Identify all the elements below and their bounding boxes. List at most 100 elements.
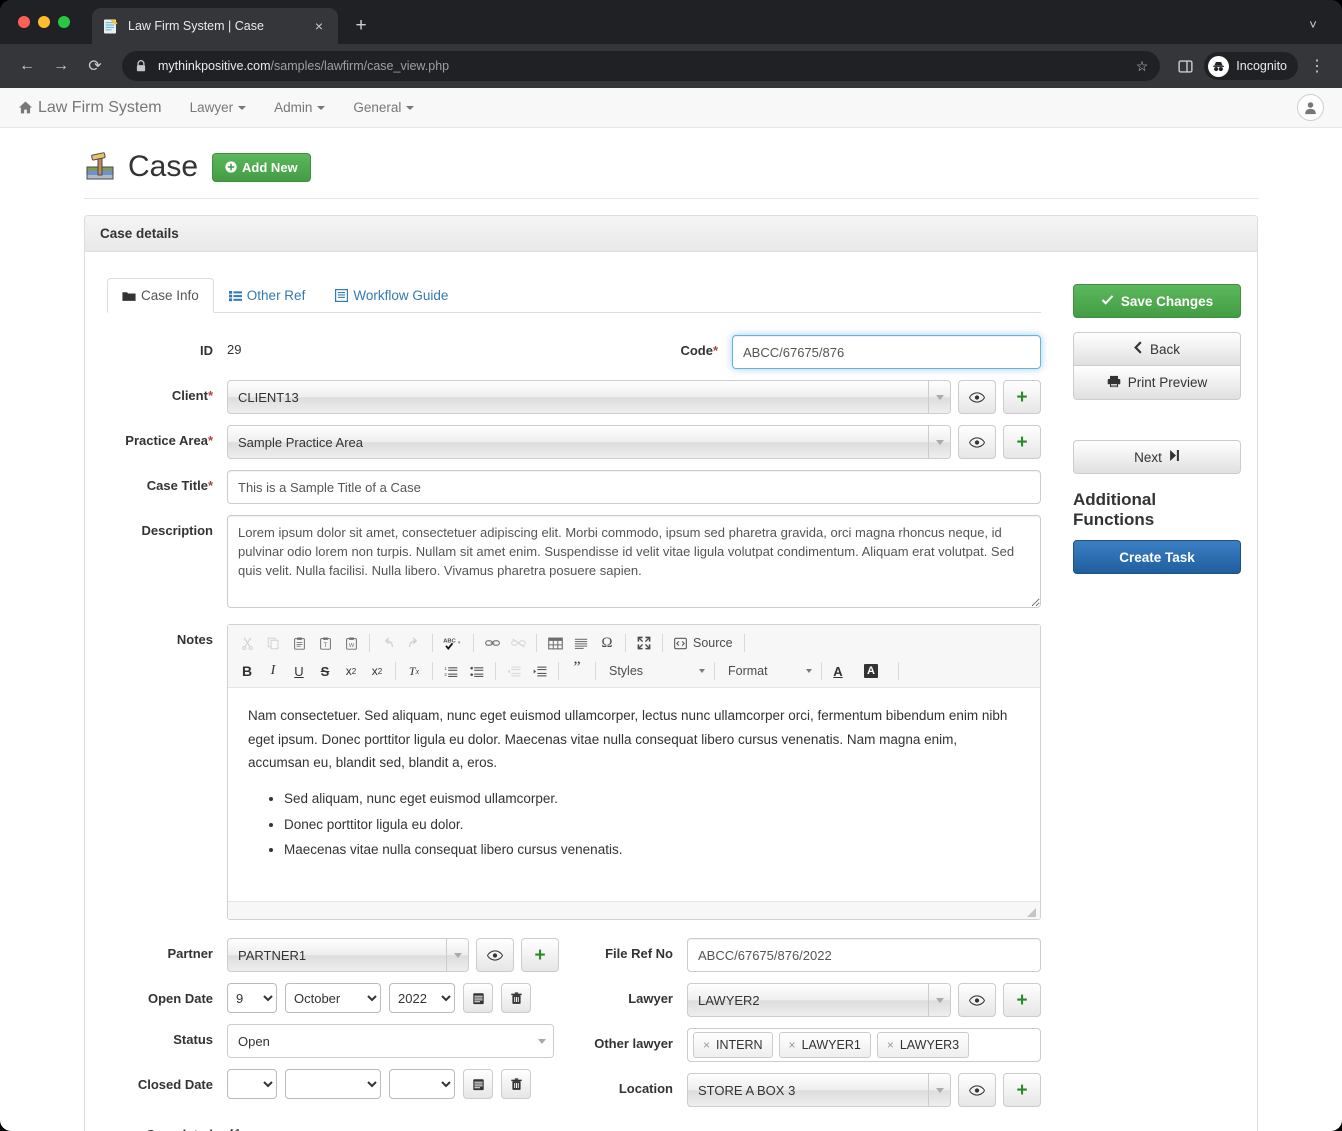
tab-other-ref[interactable]: Other Ref xyxy=(214,278,321,313)
redo-icon[interactable] xyxy=(401,631,427,655)
add-new-button[interactable]: Add New xyxy=(212,152,311,182)
client-add-button[interactable]: + xyxy=(1003,380,1041,414)
strikethrough-icon[interactable]: S xyxy=(312,659,338,683)
resize-handle[interactable] xyxy=(1025,905,1037,917)
underline-icon[interactable]: U xyxy=(286,659,312,683)
bold-icon[interactable]: B xyxy=(234,659,260,683)
code-input[interactable] xyxy=(732,335,1041,369)
italic-icon[interactable]: I xyxy=(260,659,286,683)
incognito-indicator[interactable]: Incognito xyxy=(1204,52,1298,80)
spellcheck-icon[interactable]: ABC xyxy=(438,631,468,655)
paste-from-word-icon[interactable]: W xyxy=(338,631,364,655)
subscript-icon[interactable]: x2 xyxy=(338,659,364,683)
client-view-button[interactable] xyxy=(958,380,996,414)
indent-icon[interactable] xyxy=(527,659,553,683)
status-select[interactable]: Open xyxy=(227,1024,554,1058)
link-icon[interactable] xyxy=(479,631,505,655)
practice-area-select[interactable]: Sample Practice Area xyxy=(227,425,951,459)
nav-item-lawyer[interactable]: Lawyer xyxy=(190,100,247,115)
tag-remove-icon[interactable]: × xyxy=(887,1038,894,1052)
special-character-icon[interactable]: Ω xyxy=(594,631,620,655)
editor-content-area[interactable]: Nam consectetuer. Sed aliquam, nunc eget… xyxy=(228,688,1040,901)
location-view-button[interactable] xyxy=(958,1073,996,1107)
browser-menu-icon[interactable]: ⋮ xyxy=(1304,53,1330,79)
bookmark-star-icon[interactable]: ☆ xyxy=(1126,58,1149,75)
partner-add-button[interactable]: + xyxy=(521,938,559,972)
numbered-list-icon[interactable]: 12 xyxy=(438,659,464,683)
closed-date-year-select[interactable] xyxy=(389,1069,455,1099)
format-dropdown[interactable]: Format xyxy=(720,659,816,683)
closed-date-day-select[interactable] xyxy=(227,1069,277,1099)
horizontal-rule-icon[interactable] xyxy=(568,631,594,655)
tab-workflow-guide[interactable]: Workflow Guide xyxy=(320,278,463,313)
tag-item[interactable]: × LAWYER1 xyxy=(778,1032,871,1058)
remove-format-icon[interactable]: Tx xyxy=(401,659,427,683)
unlink-icon[interactable] xyxy=(505,631,531,655)
bulleted-list-icon[interactable] xyxy=(464,659,490,683)
blockquote-icon[interactable]: ” xyxy=(564,659,590,683)
source-button[interactable]: Source xyxy=(668,631,739,655)
file-ref-input[interactable] xyxy=(687,938,1041,972)
undo-icon[interactable] xyxy=(375,631,401,655)
print-preview-button[interactable]: Print Preview xyxy=(1073,366,1241,400)
save-changes-button[interactable]: Save Changes xyxy=(1073,284,1241,318)
close-tab-button[interactable]: × xyxy=(310,17,328,35)
partner-view-button[interactable] xyxy=(476,938,514,972)
create-task-button[interactable]: Create Task xyxy=(1073,540,1241,574)
close-window-button[interactable] xyxy=(18,16,30,28)
forward-button[interactable]: → xyxy=(46,51,76,81)
background-color-icon[interactable]: A xyxy=(860,659,882,683)
cut-icon[interactable] xyxy=(234,631,260,655)
tag-remove-icon[interactable]: × xyxy=(789,1038,796,1052)
nav-item-general[interactable]: General xyxy=(353,100,415,115)
reload-button[interactable]: ⟳ xyxy=(80,51,110,81)
practice-area-add-button[interactable]: + xyxy=(1003,425,1041,459)
background-color-dropdown-icon[interactable] xyxy=(882,659,893,683)
address-bar[interactable]: mythinkpositive.com/samples/lawfirm/case… xyxy=(122,51,1161,81)
closed-date-month-select[interactable] xyxy=(285,1069,381,1099)
superscript-icon[interactable]: x2 xyxy=(364,659,390,683)
outdent-icon[interactable] xyxy=(501,659,527,683)
partner-select[interactable]: PARTNER1 xyxy=(227,938,469,972)
paste-icon[interactable] xyxy=(286,631,312,655)
text-color-dropdown-icon[interactable] xyxy=(849,659,860,683)
tag-remove-icon[interactable]: × xyxy=(703,1038,710,1052)
case-title-input[interactable] xyxy=(227,470,1041,504)
maximize-icon[interactable] xyxy=(631,631,657,655)
description-textarea[interactable]: Lorem ipsum dolor sit amet, consectetuer… xyxy=(227,515,1041,608)
side-panel-icon[interactable] xyxy=(1172,53,1198,79)
lawyer-select[interactable]: LAWYER2 xyxy=(687,983,951,1017)
tab-case-info[interactable]: Case Info xyxy=(107,278,214,313)
maximize-window-button[interactable] xyxy=(58,16,70,28)
client-select[interactable]: CLIENT13 xyxy=(227,380,951,414)
open-date-month-select[interactable]: October xyxy=(285,983,381,1013)
closed-date-clear-button[interactable] xyxy=(501,1069,531,1099)
open-date-year-select[interactable]: 2022 xyxy=(389,983,455,1013)
back-button[interactable]: ← xyxy=(12,51,42,81)
minimize-window-button[interactable] xyxy=(38,16,50,28)
new-tab-button[interactable]: + xyxy=(348,13,374,39)
chevron-down-icon[interactable]: ˅ xyxy=(1302,14,1324,36)
site-brand[interactable]: Law Firm System xyxy=(18,99,162,117)
open-date-day-select[interactable]: 9 xyxy=(227,983,277,1013)
back-button[interactable]: Back xyxy=(1073,332,1241,366)
browser-tab[interactable]: Law Firm System | Case × xyxy=(92,8,338,44)
copy-icon[interactable] xyxy=(260,631,286,655)
text-color-icon[interactable]: A xyxy=(827,659,849,683)
practice-area-view-button[interactable] xyxy=(958,425,996,459)
tag-item[interactable]: × LAWYER3 xyxy=(876,1032,970,1058)
lawyer-add-button[interactable]: + xyxy=(1003,983,1041,1017)
open-date-calendar-button[interactable] xyxy=(463,983,493,1013)
next-button[interactable]: Next xyxy=(1073,440,1241,474)
table-icon[interactable] xyxy=(542,631,568,655)
nav-item-admin[interactable]: Admin xyxy=(274,100,326,115)
open-date-clear-button[interactable] xyxy=(501,983,531,1013)
notes-rich-text-editor[interactable]: T W ABC Ω Source B I U S x 2 x 2 T x 1 2… xyxy=(227,624,1041,920)
paste-as-text-icon[interactable]: T xyxy=(312,631,338,655)
other-lawyer-tag-input[interactable]: × INTERN × LAWYER1 × LAWYER3 xyxy=(687,1028,1041,1062)
styles-dropdown[interactable]: Styles xyxy=(601,659,709,683)
location-select[interactable]: STORE A BOX 3 xyxy=(687,1073,951,1107)
closed-date-calendar-button[interactable] xyxy=(463,1069,493,1099)
location-add-button[interactable]: + xyxy=(1003,1073,1041,1107)
user-account-icon[interactable] xyxy=(1297,94,1324,121)
